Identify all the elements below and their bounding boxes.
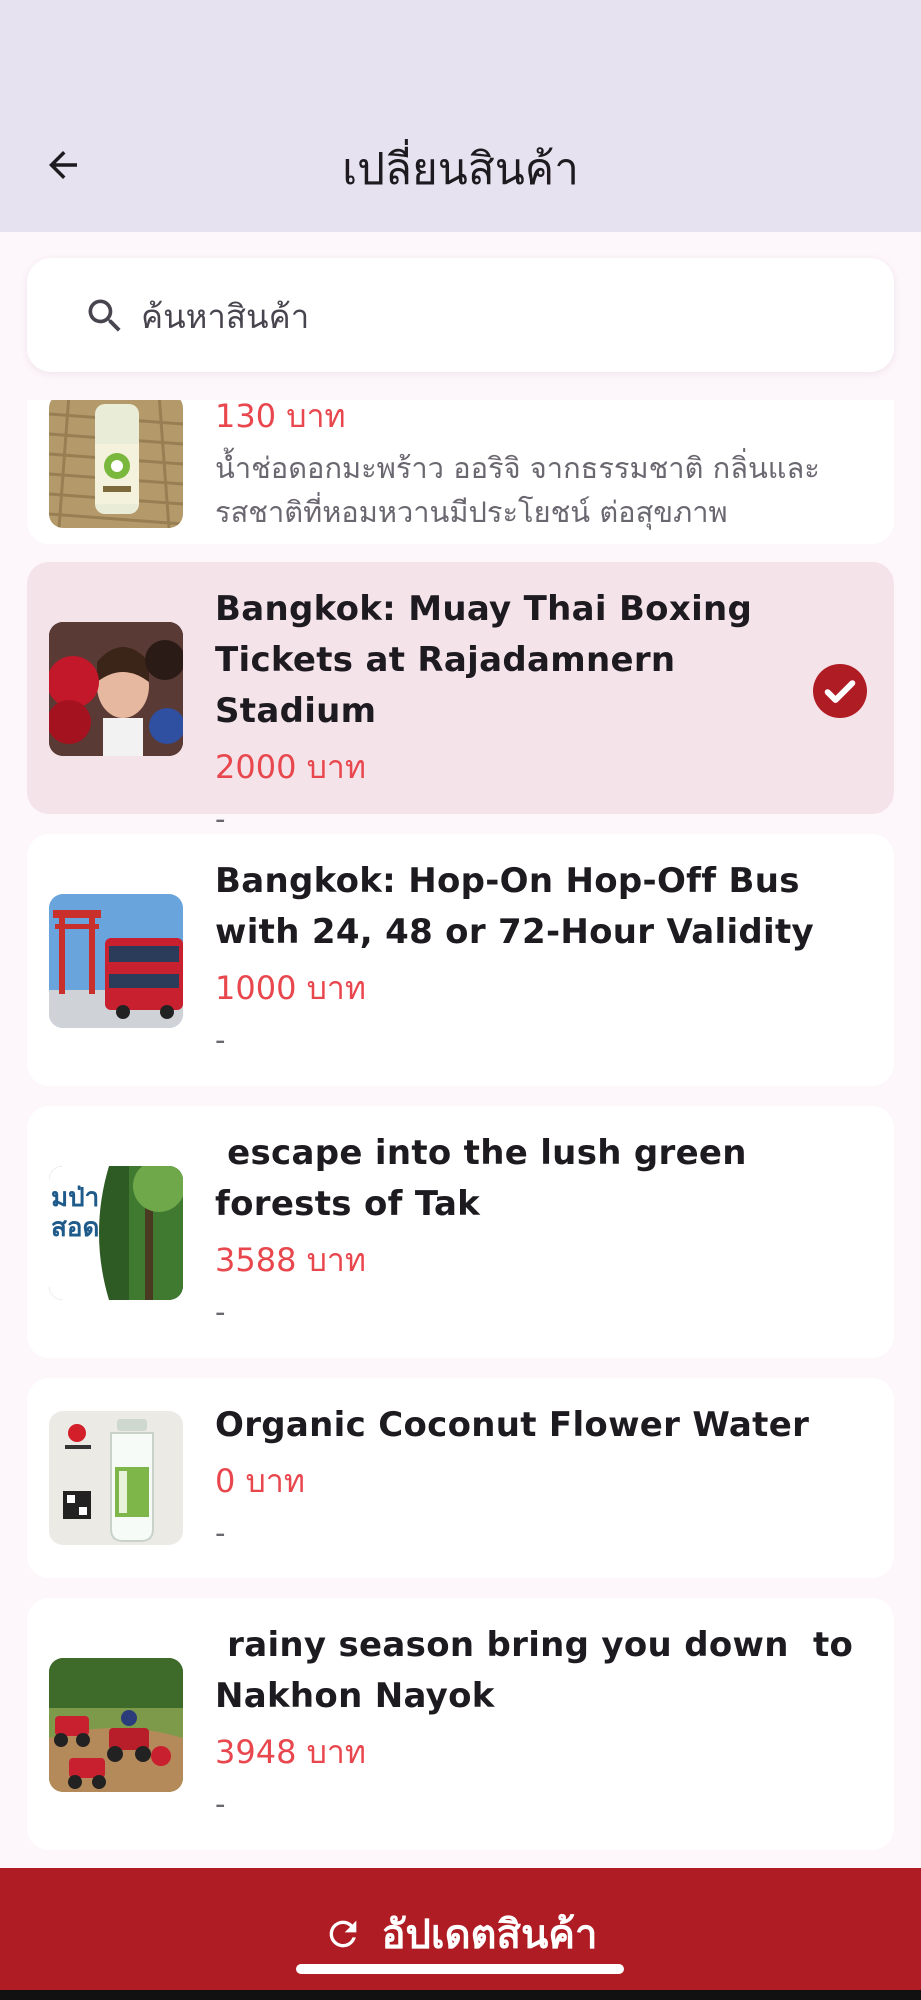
- product-list[interactable]: 130 บาท น้ำช่อดอกมะพร้าว ออริจิ จากธรรมช…: [0, 400, 921, 1866]
- product-card-coconut-water-partial[interactable]: 130 บาท น้ำช่อดอกมะพร้าว ออริจิ จากธรรมช…: [27, 400, 894, 544]
- product-info: 130 บาท น้ำช่อดอกมะพร้าว ออริจิ จากธรรมช…: [215, 400, 872, 534]
- product-description: -: [215, 1787, 226, 1821]
- home-indicator: [296, 1964, 624, 1974]
- product-thumbnail: มป่าสอด: [49, 1166, 183, 1300]
- search-input[interactable]: [139, 280, 843, 352]
- product-description: -: [215, 1295, 226, 1329]
- search-bar[interactable]: [27, 258, 894, 372]
- product-title: Bangkok: Muay Thai Boxing Tickets at Raj…: [215, 589, 753, 731]
- product-title: Bangkok: Hop-On Hop-Off Bus with 24, 48 …: [215, 861, 815, 952]
- app-bar: เปลี่ยนสินค้า: [0, 0, 921, 232]
- product-card-coconut-flower-water[interactable]: Organic Coconut Flower Water 0 บาท -: [27, 1378, 894, 1578]
- product-thumbnail: [49, 894, 183, 1028]
- product-price: 130 บาท: [215, 400, 346, 435]
- product-thumbnail: [49, 400, 183, 528]
- product-description: -: [215, 1516, 226, 1550]
- product-thumbnail: [49, 1411, 183, 1545]
- product-title: rainy season bring you down to Nakhon Na…: [215, 1625, 866, 1716]
- product-info: rainy season bring you down to Nakhon Na…: [215, 1620, 872, 1826]
- bottom-action-bar: อัปเดตสินค้า: [0, 1868, 921, 2000]
- product-price: 1000 บาท: [215, 969, 366, 1007]
- product-card-hop-on-bus[interactable]: Bangkok: Hop-On Hop-Off Bus with 24, 48 …: [27, 834, 894, 1086]
- thumb-text-line1: มป่าสอด: [51, 1183, 99, 1243]
- product-price: 2000 บาท: [215, 748, 366, 786]
- refresh-icon: [330, 1920, 357, 1948]
- update-button-label: อัปเดตสินค้า: [381, 1912, 598, 1958]
- product-info: Bangkok: Hop-On Hop-Off Bus with 24, 48 …: [215, 856, 872, 1062]
- product-info: escape into the lush green forests of Ta…: [215, 1128, 872, 1334]
- product-price: 3588 บาท: [215, 1241, 366, 1279]
- screen-bottom-edge: [0, 1990, 921, 2000]
- product-card-tak-forest[interactable]: มป่าสอด escape into the lush green fores…: [27, 1106, 894, 1358]
- product-info: Bangkok: Muay Thai Boxing Tickets at Raj…: [215, 584, 784, 841]
- search-icon: [88, 299, 121, 332]
- page-title: เปลี่ยนสินค้า: [342, 144, 579, 195]
- product-price: 3948 บาท: [215, 1733, 366, 1771]
- product-title: escape into the lush green forests of Ta…: [215, 1133, 759, 1224]
- product-title: Organic Coconut Flower Water: [215, 1405, 810, 1445]
- product-card-muay-thai[interactable]: Bangkok: Muay Thai Boxing Tickets at Raj…: [27, 562, 894, 836]
- product-price: 0 บาท: [215, 1462, 305, 1500]
- product-thumbnail: [49, 622, 183, 756]
- check-circle-icon: [813, 664, 867, 718]
- product-description: -: [215, 1023, 226, 1057]
- product-info: Organic Coconut Flower Water 0 บาท -: [215, 1400, 872, 1555]
- app-screen: เปลี่ยนสินค้า ค้นหาสินค้า 130 บาท น้ำช่อ…: [0, 0, 921, 2000]
- product-description: น้ำช่อดอกมะพร้าว ออริจิ จากธรรมชาติ กลิ่…: [215, 451, 820, 529]
- update-product-button[interactable]: อัปเดตสินค้า: [0, 1868, 921, 2000]
- product-thumbnail: [49, 1658, 183, 1792]
- product-card-nakhon-nayok[interactable]: rainy season bring you down to Nakhon Na…: [27, 1598, 894, 1850]
